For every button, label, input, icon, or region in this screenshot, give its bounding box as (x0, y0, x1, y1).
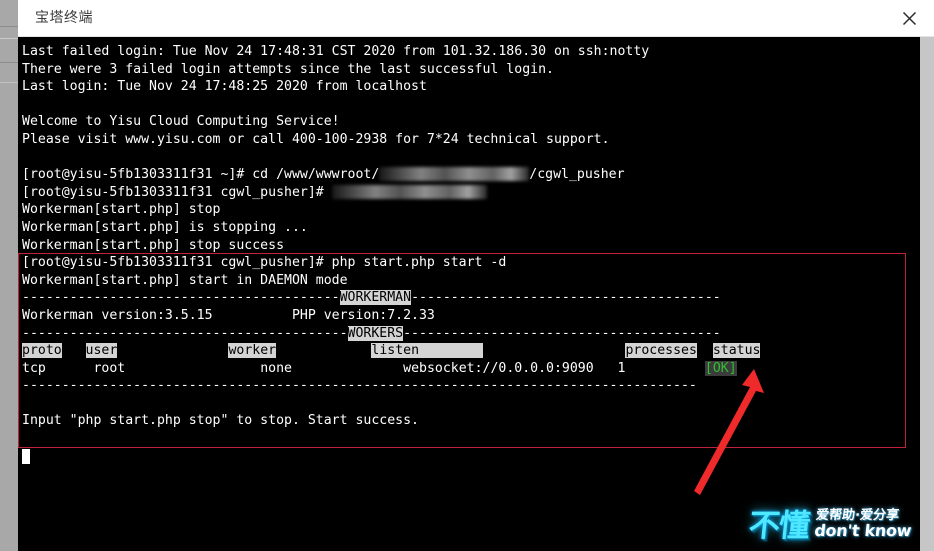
banner-dash-right: --------------------------------------- (411, 290, 721, 306)
worker-table-row: tcp root none websocket://0.0.0.0:9090 1… (22, 360, 920, 378)
command-suffix: /cgwl_pusher (529, 167, 625, 183)
terminal-prompt-line-redacted: [root@yisu-5fb1303311f31 cgwl_pusher]# (22, 184, 920, 202)
close-icon (902, 11, 916, 26)
terminal-line: Last failed login: Tue Nov 24 17:48:31 C… (22, 44, 650, 59)
terminal-command-line-cd: [root@yisu-5fb1303311f31 ~]# cd /www/www… (22, 166, 920, 184)
terminal-line: There were 3 failed login attempts since… (22, 61, 554, 77)
terminal-line: Workerman[start.php] is stopping ... (22, 219, 308, 235)
terminal-output-area[interactable]: Last failed login: Tue Nov 24 17:48:31 C… (18, 36, 920, 551)
column-header-user: user (85, 343, 118, 359)
background-window-right-edge (920, 36, 934, 551)
status-ok-cell: [OK] (704, 360, 737, 376)
workers-banner-line: ----------------------------------------… (22, 325, 920, 343)
terminal-cursor-line (22, 448, 920, 466)
cell-listen: websocket://0.0.0.0:9090 (403, 360, 594, 376)
terminal-cursor (22, 448, 30, 464)
workers-banner-label: WORKERS (347, 325, 404, 341)
column-header-proto: proto (22, 343, 62, 359)
table-bottom-divider: ----------------------------------------… (22, 378, 697, 394)
command-prefix: [root@yisu-5fb1303311f31 ~]# cd /www/www… (22, 167, 380, 183)
banner-dash-left: ----------------------------------------… (22, 325, 348, 341)
close-button[interactable] (892, 3, 926, 33)
column-header-listen: listen (371, 343, 420, 359)
banner-dash-right: ---------------------------------------- (403, 325, 721, 341)
cell-proto: tcp (22, 360, 46, 376)
worker-table-header: proto user worker listen processes statu… (22, 342, 920, 360)
terminal-lines: Last failed login: Tue Nov 24 17:48:31 C… (18, 36, 920, 551)
workerman-banner-label: WORKERMAN (339, 290, 412, 306)
window-title: 宝塔终端 (35, 10, 93, 26)
cell-user: root (93, 360, 126, 376)
terminal-line: Workerman[start.php] start in DAEMON mod… (22, 272, 348, 288)
workerman-banner-line: ----------------------------------------… (22, 289, 920, 307)
terminal-line: Last login: Tue Nov 24 17:48:25 2020 fro… (22, 79, 427, 95)
background-window-left-edge (0, 0, 18, 551)
terminal-window: 宝塔终端 Last failed login: Tue Nov 24 17:48… (0, 0, 934, 551)
terminal-line: Please visit www.yisu.com or call 400-10… (22, 131, 610, 147)
terminal-command-line-start: [root@yisu-5fb1303311f31 cgwl_pusher]# p… (22, 255, 507, 271)
column-header-status: status (712, 343, 761, 359)
command-prefix: [root@yisu-5fb1303311f31 cgwl_pusher]# (22, 184, 332, 200)
terminal-line: Workerman[start.php] stop success (22, 237, 285, 253)
cell-worker: none (260, 360, 292, 376)
redacted-path-segment (379, 167, 530, 182)
column-header-processes: processes (625, 343, 697, 359)
terminal-line: Workerman[start.php] stop (22, 202, 221, 218)
banner-dash-left: ---------------------------------------- (22, 290, 340, 306)
redacted-command-segment (331, 184, 487, 199)
terminal-footer-line: Input "php start.php stop" to stop. Star… (22, 413, 419, 429)
terminal-line: Welcome to Yisu Cloud Computing Service! (22, 114, 340, 130)
titlebar: 宝塔终端 (18, 0, 934, 37)
column-header-worker: worker (228, 343, 277, 359)
version-line: Workerman version:3.5.15 PHP version:7.2… (22, 307, 435, 323)
